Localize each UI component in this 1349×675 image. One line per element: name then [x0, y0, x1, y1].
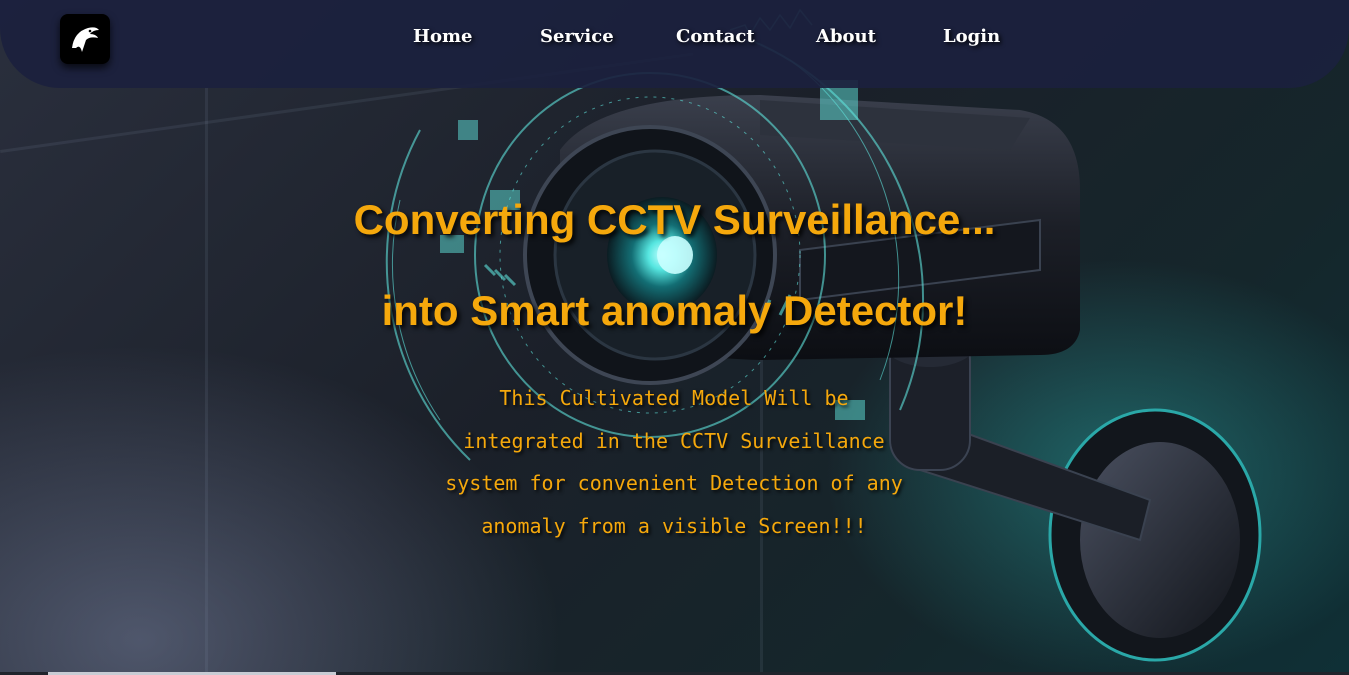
hero-description-line: system for convenient Detection of any: [445, 471, 903, 495]
landing-page: Home Service Contact About Login Convert…: [0, 0, 1349, 675]
nav-link-about[interactable]: About: [816, 26, 876, 47]
nav-link-login[interactable]: Login: [943, 26, 1000, 47]
hero-description-line: integrated in the CCTV Surveillance: [463, 428, 885, 453]
nav-link-contact[interactable]: Contact: [676, 26, 755, 47]
cctv-camera-image: [385, 8, 1262, 662]
hero-title-line1: Converting CCTV Surveillance...: [353, 196, 996, 243]
hero-description: This Cultivated Model Will be integrated…: [404, 377, 944, 547]
top-navbar: Home Service Contact About Login: [0, 0, 1349, 88]
nav-link-home[interactable]: Home: [413, 26, 473, 47]
hero-description-line: anomaly from a visible Screen!!!: [481, 513, 867, 538]
nav-links: Home Service Contact About Login: [0, 26, 1349, 52]
nav-link-service[interactable]: Service: [540, 26, 614, 47]
hero-description-line: This Cultivated Model Will be: [499, 386, 849, 410]
hero-title-line2: into Smart anomaly Detector!: [381, 287, 968, 334]
